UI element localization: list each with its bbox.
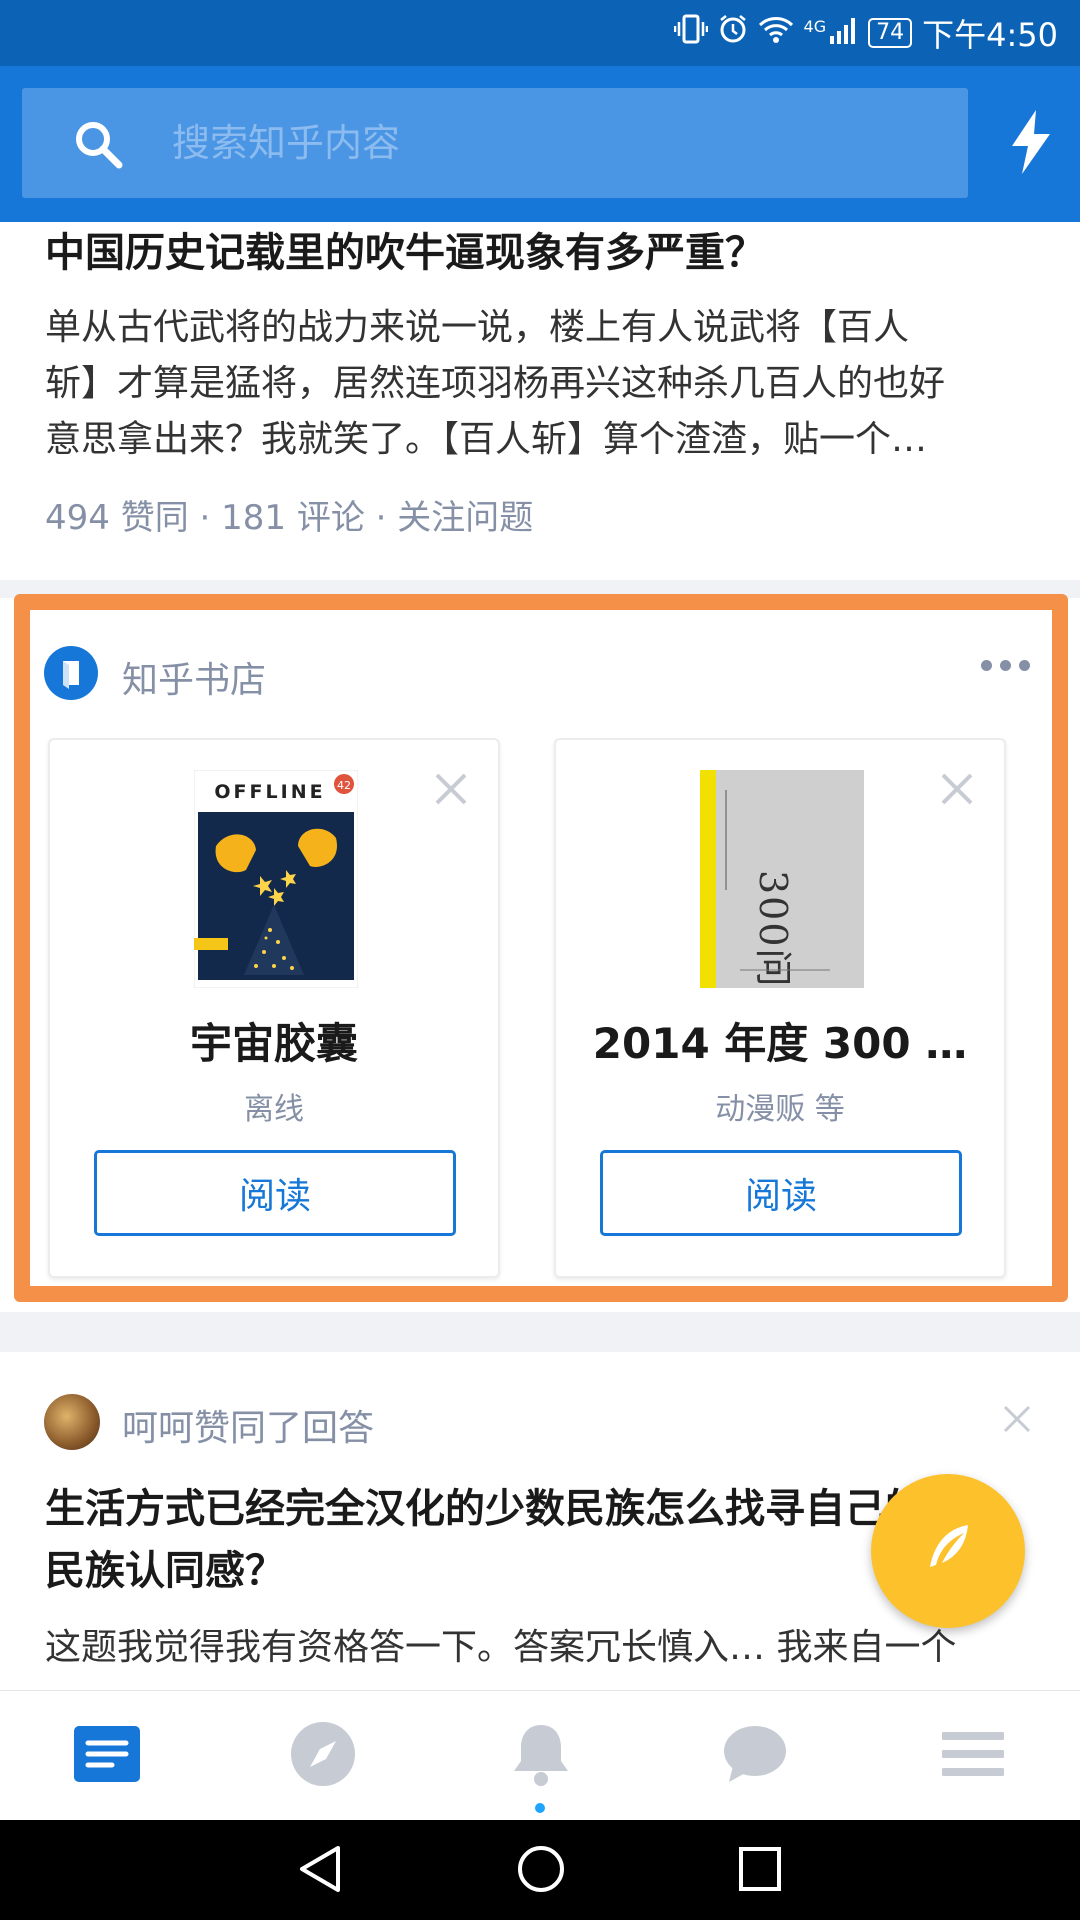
search-input[interactable] [172,114,932,172]
write-answer-button[interactable] [871,1474,1025,1628]
lightning-icon[interactable] [1010,110,1052,178]
book-cover[interactable]: 300问 [700,770,864,989]
excerpt-line: 意思拿出来？我就笑了。【百人斩】算个渣渣，贴一个… [45,419,928,460]
status-bar: 4G 74 下午4:50 [0,0,1080,66]
search-bar[interactable] [22,88,968,198]
quill-icon [918,1519,978,1583]
bottom-nav [0,1690,1080,1820]
read-button[interactable]: 阅读 [600,1150,962,1236]
question-title[interactable]: 中国历史记载里的吹牛逼现象有多严重？ [45,222,765,284]
book-author: 动漫贩 等 [715,1092,845,1127]
book-title[interactable]: 2014 年度 300 … [556,1010,1004,1071]
back-icon[interactable] [298,1844,342,1898]
avatar[interactable] [44,1394,100,1450]
book-cover[interactable]: OFFLINE 42 [193,769,359,989]
wifi-icon [758,14,794,52]
close-icon[interactable] [940,772,974,810]
notifications-icon[interactable] [506,1719,576,1789]
feed-card[interactable]: 中国历史记载里的吹牛逼现象有多严重？ 单从古代武将的战力来说一说，楼上有人说武将… [0,222,1080,580]
book-card[interactable]: OFFLINE 42 宇宙胶囊 离线 阅读 [48,738,500,1278]
excerpt-line: 斩】才算是猛将，居然连项羽杨再兴这种杀几百人的也好 [45,363,946,404]
search-icon [72,118,124,174]
read-button[interactable]: 阅读 [94,1150,456,1236]
book-title[interactable]: 宇宙胶囊 [50,1010,498,1071]
menu-icon[interactable] [938,1719,1008,1789]
bookstore-icon [44,646,98,700]
title-line: 民族认同感？ [45,1548,285,1594]
unread-dot [535,1803,545,1813]
messages-icon[interactable] [720,1719,790,1789]
alarm-icon [718,14,748,52]
network-type: 4G [803,16,827,36]
signal-icon [828,14,858,52]
more-options-icon[interactable] [981,660,1030,671]
vibrate-icon [673,14,708,52]
answer-excerpt[interactable]: 这题我觉得我有资格答一下。答案冗长慎入… 我来自一个 [45,1620,1035,1676]
system-nav-bar [0,1820,1080,1920]
clock: 下午4:50 [922,16,1058,54]
feed-icon[interactable] [72,1719,142,1789]
bookstore-title: 知乎书店 [122,660,267,701]
answer-meta: 494 赞同 · 181 评论 · 关注问题 [45,498,534,538]
close-icon[interactable] [1002,1404,1032,1438]
book-card[interactable]: 300问 2014 年度 300 … 动漫贩 等 阅读 [554,738,1006,1278]
app-bar [0,66,1080,222]
cover-badge: 42 [337,779,351,792]
title-line: 生活方式已经完全汉化的少数民族怎么找寻自己的 [45,1486,925,1532]
battery-indicator: 74 [868,18,913,48]
activity-label: 呵呵赞同了回答 [122,1408,375,1449]
question-title[interactable]: 生活方式已经完全汉化的少数民族怎么找寻自己的 民族认同感？ [45,1478,925,1602]
close-icon[interactable] [434,772,468,810]
explore-icon[interactable] [288,1719,358,1789]
cover-title: OFFLINE [214,781,325,803]
excerpt-line: 单从古代武将的战力来说一说，楼上有人说武将【百人 [45,307,910,348]
recents-icon[interactable] [738,1844,782,1898]
book-author: 离线 [244,1092,304,1127]
answer-excerpt[interactable]: 单从古代武将的战力来说一说，楼上有人说武将【百人 斩】才算是猛将，居然连项羽杨再… [45,300,1035,468]
bookstore-card: 知乎书店 OFFLINE 42 宇宙胶囊 离线 阅读 300问 2014 年度 … [0,598,1080,1312]
home-icon[interactable] [516,1844,566,1898]
excerpt-line: 这题我觉得我有资格答一下。答案冗长慎入… 我来自一个 [45,1627,957,1668]
